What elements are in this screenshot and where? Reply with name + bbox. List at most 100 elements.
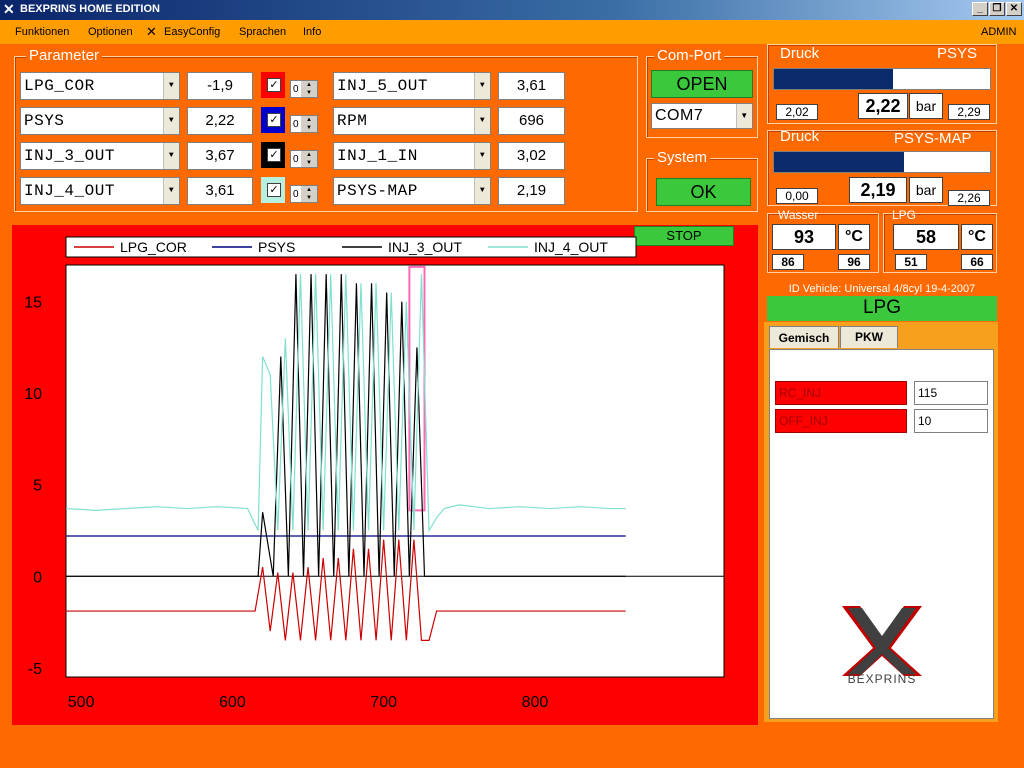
param-name: INJ_5_OUT bbox=[337, 77, 428, 95]
wasser-value: 93 bbox=[772, 224, 836, 250]
legend-label: INJ_4_OUT bbox=[534, 239, 608, 255]
druck-name: PSYS bbox=[937, 45, 978, 62]
wasser-unit: °C bbox=[838, 224, 870, 250]
menu-info[interactable]: Info bbox=[303, 26, 321, 38]
series-color-swatch[interactable]: ✓ bbox=[261, 177, 285, 203]
app-logo-icon: ✕ bbox=[3, 1, 15, 17]
minimize-button[interactable]: _ bbox=[972, 2, 988, 16]
series-visible-checkbox[interactable]: ✓ bbox=[267, 183, 281, 197]
easyconfig-icon: ✕ bbox=[146, 24, 157, 39]
series-offset-stepper[interactable]: 0 ▲ ▼ bbox=[290, 150, 318, 168]
chevron-down-icon[interactable]: ▼ bbox=[163, 143, 179, 169]
series-offset-stepper[interactable]: 0 ▲ ▼ bbox=[290, 185, 318, 203]
parameter-label: Parameter bbox=[26, 47, 103, 64]
spin-value: 0 bbox=[293, 84, 299, 95]
y-tick-label: -5 bbox=[28, 661, 42, 678]
chevron-down-icon[interactable]: ▼ bbox=[474, 143, 490, 169]
series-color-swatch[interactable]: ✓ bbox=[261, 142, 285, 168]
window-title: BEXPRINS HOME EDITION bbox=[20, 3, 160, 15]
menu-optionen[interactable]: Optionen bbox=[88, 26, 133, 38]
param-select[interactable]: PSYS-MAP ▼ bbox=[333, 177, 491, 205]
tab-gemisch[interactable]: Gemisch bbox=[769, 326, 839, 348]
series-visible-checkbox[interactable]: ✓ bbox=[267, 148, 281, 162]
chevron-down-icon[interactable]: ▼ bbox=[163, 73, 179, 99]
x-tick-label: 800 bbox=[522, 694, 549, 711]
port-select[interactable]: COM7 ▼ bbox=[651, 103, 753, 129]
param-name: INJ_3_OUT bbox=[24, 147, 115, 165]
close-button[interactable]: ✕ bbox=[1006, 2, 1022, 16]
param-value: 696 bbox=[498, 107, 565, 135]
legend-label: INJ_3_OUT bbox=[388, 239, 462, 255]
param-name: INJ_1_IN bbox=[337, 147, 418, 165]
series-color-swatch[interactable]: ✓ bbox=[261, 72, 285, 98]
spin-arrows-icon[interactable]: ▲ ▼ bbox=[301, 81, 317, 97]
psys-bar bbox=[773, 68, 991, 90]
chevron-down-icon[interactable]: ▼ bbox=[163, 108, 179, 134]
series-offset-stepper[interactable]: 0 ▲ ▼ bbox=[290, 115, 318, 133]
druck2-label: Druck bbox=[780, 128, 820, 145]
legend-label: LPG_COR bbox=[120, 239, 187, 255]
psysmap-bar bbox=[773, 151, 991, 173]
param-select[interactable]: PSYS ▼ bbox=[20, 107, 180, 135]
param-value: 3,67 bbox=[187, 142, 253, 170]
comport-label: Com-Port bbox=[654, 47, 725, 64]
series-color-swatch[interactable]: ✓ bbox=[261, 107, 285, 133]
plot-area bbox=[65, 264, 725, 678]
fuel-mode: LPG bbox=[767, 296, 997, 321]
series-visible-checkbox[interactable]: ✓ bbox=[267, 78, 281, 92]
line-chart: 15 10 5 0 -5 500 600 700 800 LPG_COR PSYS INJ_3_OUT… bbox=[24, 236, 725, 711]
vehicle-id: ID Vehicle: Universal 4/8cyl 19-4-2007 bbox=[788, 283, 976, 295]
wasser-min: 86 bbox=[772, 254, 804, 270]
psysmap-max: 2,26 bbox=[948, 190, 990, 206]
psysmap-unit: bar bbox=[909, 177, 943, 203]
menu-funktionen[interactable]: Funktionen bbox=[15, 26, 69, 38]
series-offset-stepper[interactable]: 0 ▲ ▼ bbox=[290, 80, 318, 98]
chevron-down-icon[interactable]: ▼ bbox=[163, 178, 179, 204]
wasser-label: Wasser bbox=[778, 208, 819, 222]
y-tick-label: 5 bbox=[33, 478, 42, 495]
psysmap-min: 0,00 bbox=[776, 188, 818, 204]
off-inj-field[interactable]: 10 bbox=[914, 409, 988, 433]
logo-text: BEXPRINS bbox=[847, 672, 917, 686]
spin-arrows-icon[interactable]: ▲ ▼ bbox=[301, 186, 317, 202]
param-name: LPG_COR bbox=[24, 77, 95, 95]
system-status: OK bbox=[656, 178, 751, 206]
tab-pkw[interactable]: PKW bbox=[840, 326, 898, 348]
param-name: RPM bbox=[337, 112, 368, 130]
param-select[interactable]: LPG_COR ▼ bbox=[20, 72, 180, 100]
system-label: System bbox=[654, 149, 711, 166]
param-value: 3,61 bbox=[498, 72, 565, 100]
param-value: 2,22 bbox=[187, 107, 253, 135]
param-select[interactable]: INJ_1_IN ▼ bbox=[333, 142, 491, 170]
lpg-temp-label: LPG bbox=[892, 208, 917, 222]
lpg-temp-unit: °C bbox=[961, 224, 993, 250]
psys-min: 2,02 bbox=[776, 104, 818, 120]
lpg-temp-min: 51 bbox=[895, 254, 927, 270]
open-port-button[interactable]: OPEN bbox=[651, 70, 753, 98]
series-visible-checkbox[interactable]: ✓ bbox=[267, 113, 281, 127]
spin-arrows-icon[interactable]: ▲ ▼ bbox=[301, 151, 317, 167]
psys-bar-fill bbox=[774, 69, 893, 89]
user-label: ADMIN bbox=[981, 26, 1017, 38]
y-tick-label: 10 bbox=[24, 386, 42, 403]
chevron-down-icon[interactable]: ▼ bbox=[474, 178, 490, 204]
rc-inj-label: RC_INJ bbox=[775, 381, 907, 405]
wasser-max: 96 bbox=[838, 254, 870, 270]
param-select[interactable]: INJ_4_OUT ▼ bbox=[20, 177, 180, 205]
rc-inj-field[interactable]: 115 bbox=[914, 381, 988, 405]
chevron-down-icon[interactable]: ▼ bbox=[474, 108, 490, 134]
y-tick-label: 15 bbox=[24, 295, 42, 312]
param-select[interactable]: RPM ▼ bbox=[333, 107, 491, 135]
chevron-down-icon[interactable]: ▼ bbox=[736, 104, 752, 128]
param-select[interactable]: INJ_5_OUT ▼ bbox=[333, 72, 491, 100]
restore-button[interactable]: ❐ bbox=[989, 2, 1005, 16]
menu-easyconfig[interactable]: EasyConfig bbox=[164, 26, 220, 38]
chevron-down-icon[interactable]: ▼ bbox=[474, 73, 490, 99]
spin-value: 0 bbox=[293, 189, 299, 200]
menu-sprachen[interactable]: Sprachen bbox=[239, 26, 286, 38]
spin-arrows-icon[interactable]: ▲ ▼ bbox=[301, 116, 317, 132]
druck2-name: PSYS-MAP bbox=[894, 130, 972, 147]
param-name: PSYS-MAP bbox=[337, 182, 418, 200]
param-select[interactable]: INJ_3_OUT ▼ bbox=[20, 142, 180, 170]
psys-unit: bar bbox=[909, 93, 943, 119]
